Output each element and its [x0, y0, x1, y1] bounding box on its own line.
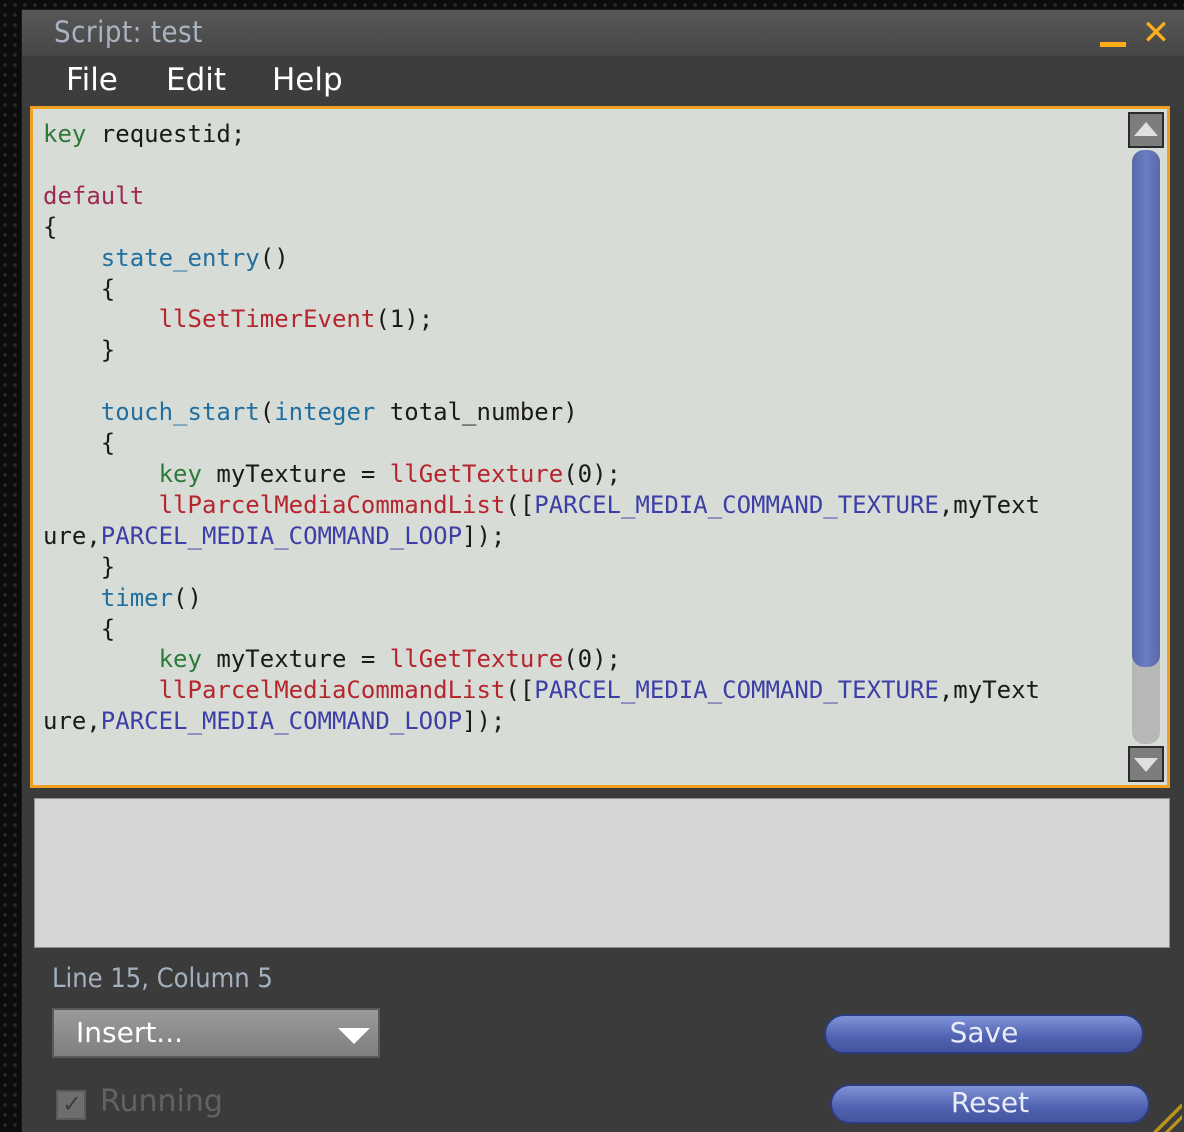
- code-token: llSetTimerEvent: [158, 305, 376, 334]
- scroll-down-button[interactable]: [1128, 746, 1164, 782]
- code-token: {: [43, 274, 116, 303]
- code-token: key: [43, 120, 87, 148]
- code-editor[interactable]: key requestid; default { state_entry() {…: [30, 106, 1170, 788]
- code-token: touch_start: [100, 398, 260, 427]
- menu-help[interactable]: Help: [272, 62, 343, 98]
- code-token: ]);: [462, 707, 506, 736]
- code-token: ([: [505, 490, 535, 519]
- scroll-track[interactable]: [1132, 150, 1160, 744]
- code-token: myTexture =: [201, 459, 390, 488]
- script-code[interactable]: key requestid; default { state_entry() {…: [43, 119, 1040, 737]
- code-token: llParcelMediaCommandList: [158, 676, 506, 705]
- code-token: ([: [505, 676, 535, 705]
- code-token: ure,: [43, 707, 101, 736]
- code-token: {: [43, 212, 58, 241]
- code-token: llParcelMediaCommandList: [158, 490, 506, 519]
- title-bar[interactable]: Script: test ✕: [22, 10, 1184, 56]
- code-token: }: [43, 552, 116, 581]
- code-token: PARCEL_MEDIA_COMMAND_TEXTURE: [534, 676, 939, 705]
- code-token: requestid;: [86, 120, 246, 148]
- script-editor-window: Script: test ✕ File Edit Help key reques…: [22, 10, 1184, 1132]
- code-token: timer: [100, 583, 174, 612]
- code-token: ,myText: [938, 676, 1041, 705]
- running-checkbox[interactable]: ✓: [56, 1090, 86, 1120]
- code-token: (1);: [375, 305, 434, 334]
- code-token: }: [43, 336, 116, 365]
- cursor-position-status: Line 15, Column 5: [52, 963, 273, 994]
- menu-edit[interactable]: Edit: [166, 62, 226, 98]
- close-icon[interactable]: ✕: [1140, 16, 1172, 50]
- running-label: Running: [100, 1084, 223, 1119]
- arrow-up-icon: [1134, 122, 1158, 136]
- scroll-thumb[interactable]: [1132, 150, 1160, 667]
- code-token: (0);: [563, 459, 621, 488]
- insert-dropdown-label: Insert...: [76, 1016, 184, 1049]
- code-token: llGetTexture: [389, 459, 564, 488]
- code-token: {: [43, 614, 116, 643]
- code-token: key: [158, 459, 202, 488]
- code-token: (: [259, 398, 275, 427]
- code-token: {: [43, 429, 116, 458]
- code-token: ure,: [43, 521, 101, 550]
- save-button[interactable]: Save: [824, 1014, 1144, 1054]
- menu-file[interactable]: File: [66, 62, 118, 98]
- code-token: PARCEL_MEDIA_COMMAND_LOOP: [100, 707, 463, 736]
- scroll-up-button[interactable]: [1128, 112, 1164, 148]
- editor-scrollbar[interactable]: [1126, 110, 1166, 786]
- code-token: key: [158, 645, 202, 674]
- code-token: (): [259, 243, 289, 272]
- code-token: ,myText: [938, 490, 1041, 519]
- code-token: llGetTexture: [389, 645, 564, 674]
- chevron-down-icon: [338, 1028, 370, 1044]
- code-token: state_entry: [100, 243, 260, 272]
- code-token: integer: [274, 398, 376, 427]
- code-token: ]);: [462, 521, 506, 550]
- window-title: Script: test: [54, 15, 203, 49]
- code-token: PARCEL_MEDIA_COMMAND_TEXTURE: [534, 490, 939, 519]
- menu-bar: File Edit Help: [22, 56, 1184, 106]
- minimize-icon[interactable]: [1096, 18, 1128, 50]
- code-token: default: [43, 181, 145, 210]
- code-token: myTexture =: [201, 645, 390, 674]
- reset-button[interactable]: Reset: [830, 1084, 1150, 1124]
- resize-grip-icon[interactable]: [1152, 1104, 1182, 1132]
- code-token: (): [173, 583, 202, 612]
- code-token: PARCEL_MEDIA_COMMAND_LOOP: [100, 521, 463, 550]
- checkmark-icon: ✓: [62, 1090, 83, 1118]
- arrow-down-icon: [1134, 758, 1158, 772]
- compile-output-panel: [34, 798, 1170, 948]
- insert-dropdown[interactable]: Insert...: [52, 1008, 380, 1058]
- code-token: (0);: [563, 645, 621, 674]
- code-token: total_number): [375, 398, 578, 427]
